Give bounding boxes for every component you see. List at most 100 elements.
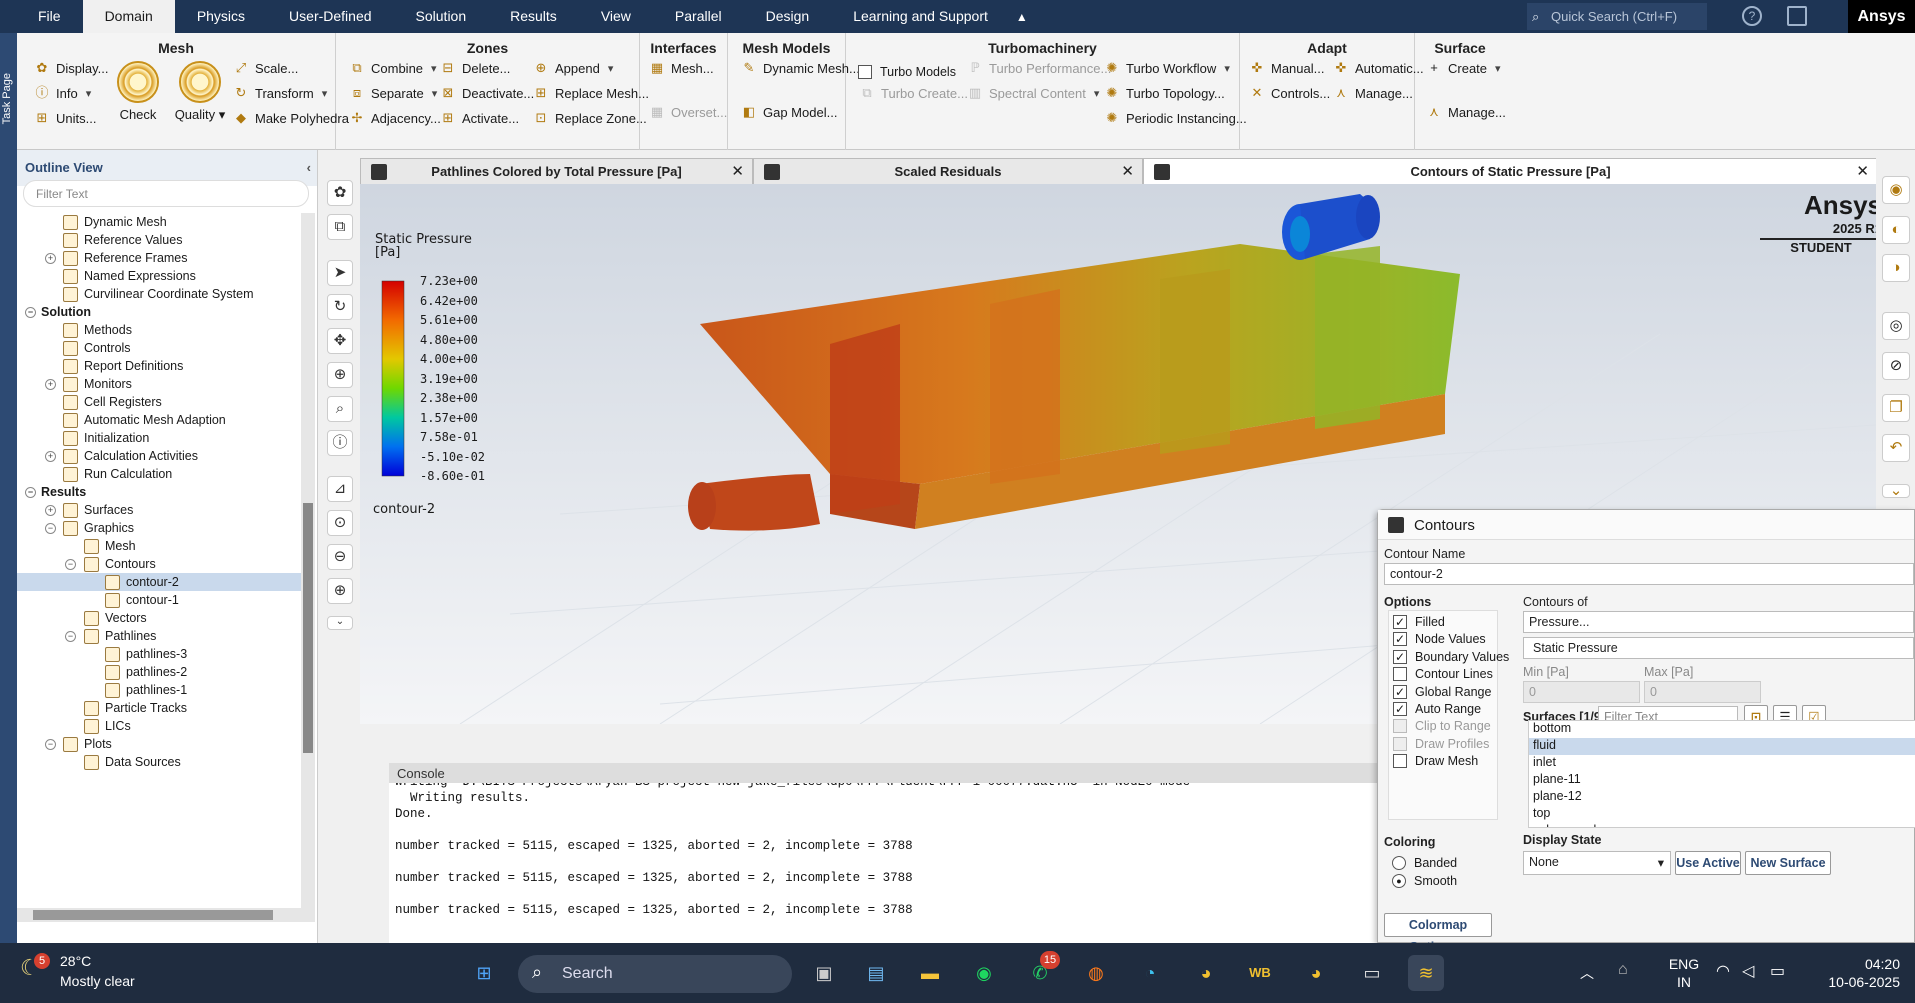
display-button[interactable]: ✿ Display... bbox=[33, 59, 109, 77]
turbo-workflow-button[interactable]: ✺ Turbo Workflow bbox=[1103, 59, 1230, 77]
pointer-icon[interactable]: ➤ bbox=[327, 260, 353, 286]
activate-button[interactable]: ⊞ Activate... bbox=[439, 109, 520, 127]
overset-button[interactable]: ▦ Overset... bbox=[648, 103, 728, 121]
rotate-icon[interactable]: ↻ bbox=[327, 294, 353, 320]
wifi-icon[interactable]: ◠ bbox=[1716, 961, 1730, 981]
windows-start-icon[interactable]: ⊞ bbox=[466, 955, 502, 991]
surface-list-item[interactable]: inlet bbox=[1529, 755, 1915, 772]
spectral-content-button[interactable]: ▥ Spectral Content bbox=[966, 84, 1099, 102]
tab-scaled-residuals[interactable]: Scaled Residuals ✕ bbox=[753, 158, 1143, 184]
close-icon[interactable]: ✕ bbox=[1121, 159, 1134, 184]
menu-parallel[interactable]: Parallel bbox=[653, 0, 744, 33]
zoom-icon[interactable]: ⊕ bbox=[327, 362, 353, 388]
tree-item[interactable]: Initialization bbox=[17, 429, 301, 447]
tray-chevron-icon[interactable]: ︿ bbox=[1580, 963, 1594, 983]
tab-contours[interactable]: Contours of Static Pressure [Pa] ✕ bbox=[1143, 158, 1878, 184]
edge-icon[interactable]: ◔ bbox=[1132, 955, 1168, 991]
scroll-thumb[interactable] bbox=[33, 910, 273, 920]
file-explorer-icon[interactable]: ▬ bbox=[912, 955, 948, 991]
dynamic-mesh-button[interactable]: ✎ Dynamic Mesh... bbox=[740, 59, 860, 77]
fluent-icon[interactable]: ≋ bbox=[1408, 955, 1444, 991]
surface-list-item[interactable]: bottom bbox=[1529, 721, 1915, 738]
menu-view[interactable]: View bbox=[579, 0, 653, 33]
tab-pathlines[interactable]: Pathlines Colored by Total Pressure [Pa]… bbox=[360, 158, 753, 184]
quick-search-input[interactable]: ⌕ Quick Search (Ctrl+F) bbox=[1527, 3, 1707, 30]
tree-item[interactable]: Vectors bbox=[17, 609, 301, 627]
check-button[interactable]: Check bbox=[107, 61, 169, 122]
tree-item[interactable]: Data Sources bbox=[17, 753, 301, 771]
turbo-models-checkbox[interactable]: Turbo Models bbox=[858, 65, 956, 79]
tree-item[interactable]: pathlines-3 bbox=[17, 645, 301, 663]
task-view-icon[interactable]: ▣ bbox=[806, 955, 842, 991]
tree-item[interactable]: Run Calculation bbox=[17, 465, 301, 483]
surface-list-item[interactable]: plane-12 bbox=[1529, 789, 1915, 806]
option-draw-mesh-checkbox[interactable]: Draw Mesh bbox=[1393, 754, 1478, 769]
max-input[interactable]: 0 bbox=[1644, 681, 1761, 703]
side-view-icon[interactable]: ◑ bbox=[1882, 254, 1910, 282]
menu-design[interactable]: Design bbox=[744, 0, 832, 33]
adapt-manage-button[interactable]: ⋏ Manage... bbox=[1332, 84, 1413, 102]
tree-item[interactable]: LICs bbox=[17, 717, 301, 735]
tree-item[interactable]: Cell Registers bbox=[17, 393, 301, 411]
tree-item[interactable]: − Solution bbox=[17, 303, 301, 321]
firefox-icon[interactable]: ◍ bbox=[1078, 955, 1114, 991]
fit-icon[interactable]: ⊿ bbox=[327, 476, 353, 502]
language-indicator[interactable]: ENG IN bbox=[1664, 955, 1704, 991]
option-clip-to-range-checkbox[interactable]: Clip to Range bbox=[1393, 719, 1491, 734]
collapse-icon[interactable]: − bbox=[65, 558, 76, 570]
mesh-display-icon[interactable]: ✿ bbox=[327, 180, 353, 206]
hide-eye-icon[interactable]: ⊘ bbox=[1882, 352, 1910, 380]
make-polyhedra-button[interactable]: ◆ Make Polyhedra bbox=[232, 109, 349, 127]
contours-of-select[interactable]: Pressure... bbox=[1523, 611, 1914, 633]
outline-filter-input[interactable]: Filter Text bbox=[23, 180, 309, 207]
surface-list-item[interactable]: top bbox=[1529, 806, 1915, 823]
tree-item[interactable]: Reference Values bbox=[17, 231, 301, 249]
transform-button[interactable]: ↻ Transform bbox=[232, 84, 327, 102]
adapt-controls-button[interactable]: ✕ Controls... bbox=[1248, 84, 1331, 102]
units-button[interactable]: ⊞ Units... bbox=[33, 109, 97, 127]
replace-zone-button[interactable]: ⊡ Replace Zone... bbox=[532, 109, 647, 127]
use-active-button[interactable]: Use Active bbox=[1675, 851, 1741, 875]
scroll-thumb[interactable] bbox=[303, 503, 313, 753]
undo-view-icon[interactable]: ↶ bbox=[1882, 434, 1910, 462]
probe-icon[interactable]: ⓘ bbox=[327, 430, 353, 456]
expand-icon[interactable]: + bbox=[45, 378, 56, 390]
menu-learning-and-support[interactable]: Learning and Support bbox=[831, 0, 1010, 33]
close-icon[interactable]: ✕ bbox=[1856, 159, 1869, 184]
tree-item[interactable]: Automatic Mesh Adaption bbox=[17, 411, 301, 429]
separate-button[interactable]: ⧈ Separate bbox=[348, 84, 437, 102]
contours-sub-select[interactable]: Static Pressure bbox=[1523, 637, 1914, 659]
spotify-icon[interactable]: ◉ bbox=[966, 955, 1002, 991]
gap-model-button[interactable]: ◧ Gap Model... bbox=[740, 103, 838, 121]
colormap-options-button[interactable]: Colormap Options... bbox=[1384, 913, 1492, 954]
option-contour-lines-checkbox[interactable]: Contour Lines bbox=[1393, 667, 1493, 682]
taskbar-search[interactable]: ⌕ Search bbox=[518, 955, 792, 993]
expand-icon[interactable]: + bbox=[45, 450, 56, 462]
display-state-select[interactable]: None ▾ bbox=[1523, 851, 1671, 875]
workbench-icon[interactable]: WB bbox=[1242, 955, 1278, 991]
option-node-values-checkbox[interactable]: ✓ Node Values bbox=[1393, 632, 1486, 647]
help-icon[interactable]: ? bbox=[1742, 6, 1762, 26]
adapt-manual-button[interactable]: ✜ Manual... bbox=[1248, 59, 1325, 77]
layout-icon[interactable] bbox=[1787, 6, 1807, 26]
menu-domain[interactable]: Domain bbox=[82, 0, 175, 33]
new-surface-button[interactable]: New Surface bbox=[1745, 851, 1831, 875]
surface-list-item[interactable]: volume_volume bbox=[1529, 823, 1915, 827]
layers-icon[interactable]: ❐ bbox=[1882, 394, 1910, 422]
tree-item[interactable]: Dynamic Mesh bbox=[17, 213, 301, 231]
turbo-topology-button[interactable]: ✺ Turbo Topology... bbox=[1103, 84, 1225, 102]
append-button[interactable]: ⊕ Append bbox=[532, 59, 613, 77]
tree-item[interactable]: Report Definitions bbox=[17, 357, 301, 375]
close-icon[interactable]: ✕ bbox=[731, 159, 744, 184]
zoom-in-icon[interactable]: ⊕ bbox=[327, 578, 353, 604]
menu-solution[interactable]: Solution bbox=[394, 0, 489, 33]
more-tools-icon[interactable]: ⌄ bbox=[327, 616, 353, 630]
interface-mesh-button[interactable]: ▦ Mesh... bbox=[648, 59, 714, 77]
info-button[interactable]: ⓘ Info bbox=[33, 84, 91, 102]
contour-name-input[interactable]: contour-2 bbox=[1384, 563, 1914, 585]
store-icon[interactable]: ▤ bbox=[858, 955, 894, 991]
tree-item[interactable]: − Contours bbox=[17, 555, 301, 573]
volume-icon[interactable]: ◁ bbox=[1742, 961, 1754, 981]
menu-user-defined[interactable]: User-Defined bbox=[267, 0, 393, 33]
turbo-create-button[interactable]: ⧉ Turbo Create... bbox=[858, 84, 968, 102]
